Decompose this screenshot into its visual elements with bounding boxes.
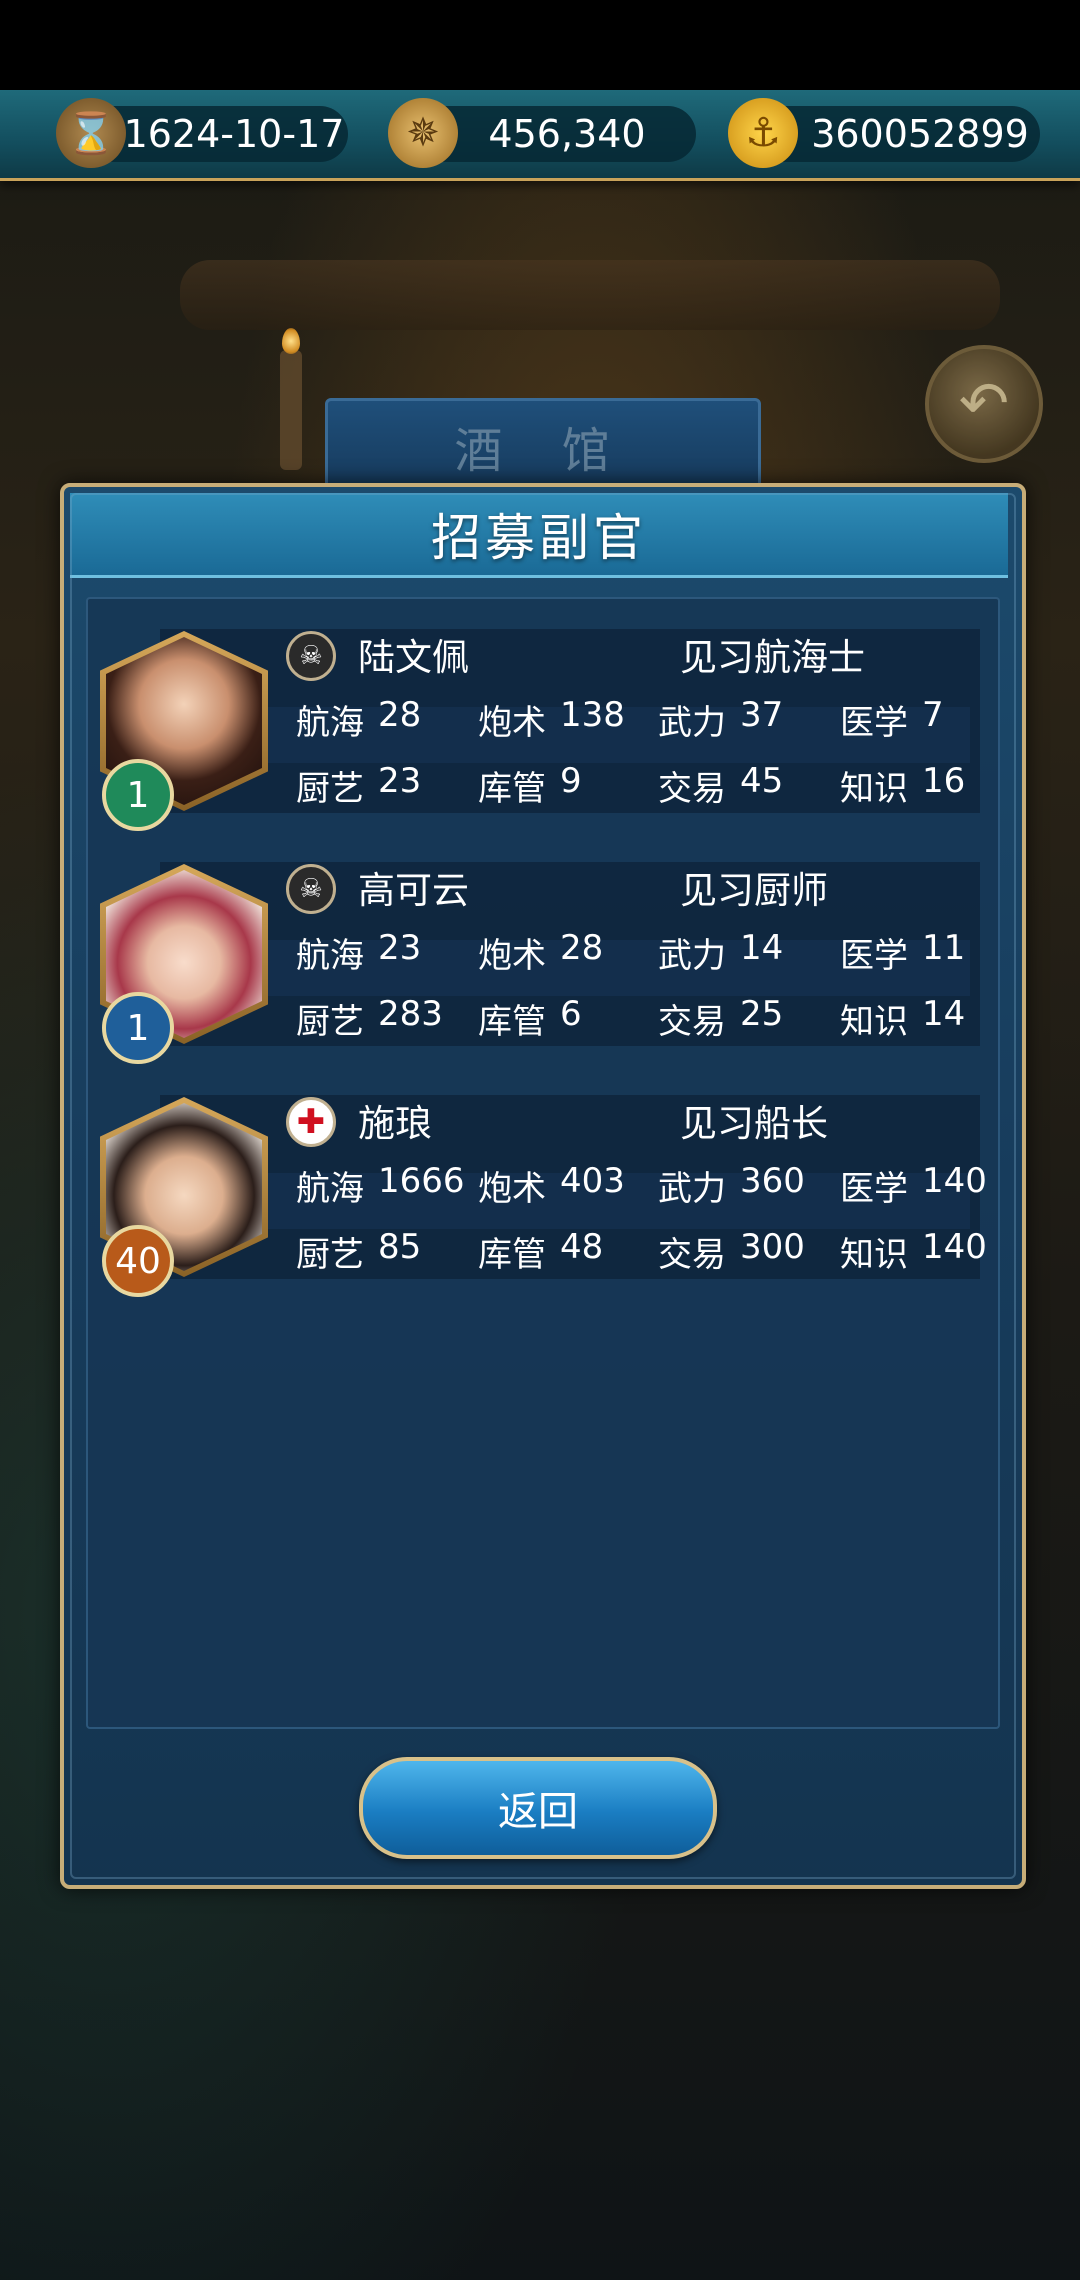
- level-badge: 40: [102, 1225, 174, 1297]
- stat-value: 140: [922, 1161, 987, 1201]
- stat-label: 炮术: [478, 703, 546, 743]
- stat-label: 医学: [840, 936, 908, 976]
- stat-value: 85: [378, 1227, 422, 1267]
- stat-value: 37: [740, 695, 784, 735]
- officer-role: 见习厨师: [680, 869, 828, 912]
- stat-value: 28: [378, 695, 422, 735]
- compass-icon: ✵: [388, 98, 458, 168]
- officer-role: 见习船长: [680, 1102, 828, 1145]
- stat-label: 航海: [296, 703, 364, 743]
- stat-label: 武力: [658, 703, 726, 743]
- stat-value: 6: [560, 994, 582, 1034]
- stat-value: 140: [922, 1227, 987, 1267]
- stat-label: 知识: [840, 1235, 908, 1275]
- stat-label: 交易: [658, 1235, 726, 1275]
- hourglass-icon: ⌛: [56, 98, 126, 168]
- level-badge: 1: [102, 759, 174, 831]
- stat-value: 403: [560, 1161, 625, 1201]
- stat-value: 45: [740, 761, 784, 801]
- england-flag-icon: ✚: [286, 1097, 336, 1147]
- stat-label: 医学: [840, 1169, 908, 1209]
- stat-value: 25: [740, 994, 784, 1034]
- stat-label: 航海: [296, 1169, 364, 1209]
- stat-label: 库管: [478, 769, 546, 809]
- officer-name: 高可云: [358, 869, 469, 912]
- stat-value: 23: [378, 761, 422, 801]
- anchor-coin-icon: ⚓: [728, 98, 798, 168]
- date-display: ⌛ 1624-10-17: [56, 98, 348, 168]
- officer-name: 施琅: [358, 1102, 432, 1145]
- candle-flame: [282, 328, 300, 354]
- tavern-label: 酒 馆: [454, 423, 632, 479]
- stat-label: 交易: [658, 769, 726, 809]
- back-button[interactable]: 返回: [359, 1757, 717, 1859]
- officer-card[interactable]: 1 ☠ 高可云 见习厨师 航海 23 炮术 28 武力 14 医学 11 厨艺 …: [100, 842, 986, 1064]
- stat-value: 300: [740, 1227, 805, 1267]
- tavern-banner: 酒 馆: [325, 398, 761, 494]
- level-badge: 1: [102, 992, 174, 1064]
- stat-value: 9: [560, 761, 582, 801]
- pirate-flag-icon: ☠: [286, 864, 336, 914]
- stat-label: 航海: [296, 936, 364, 976]
- stat-value: 7: [922, 695, 944, 735]
- return-arrow-button[interactable]: ↶: [925, 345, 1043, 463]
- stat-label: 武力: [658, 936, 726, 976]
- officer-name: 陆文佩: [358, 636, 469, 679]
- stat-label: 交易: [658, 1002, 726, 1042]
- dialog-header: 招募副官: [70, 493, 1008, 578]
- stat-label: 厨艺: [296, 1235, 364, 1275]
- stat-value: 283: [378, 994, 443, 1034]
- stat-label: 知识: [840, 1002, 908, 1042]
- dialog-title: 招募副官: [431, 509, 647, 567]
- resource-bar: ⌛ 1624-10-17 ✵ 456,340 ⚓ 360052899: [0, 90, 1080, 181]
- stat-value: 23: [378, 928, 422, 968]
- recruit-dialog: 招募副官 1 ☠ 陆文佩 见习航海士 航海 28 炮术 138 武力 37 医学…: [60, 483, 1026, 1889]
- pirate-flag-icon: ☠: [286, 631, 336, 681]
- officer-list: 1 ☠ 陆文佩 见习航海士 航海 28 炮术 138 武力 37 医学 7 厨艺…: [86, 597, 1000, 1729]
- stat-label: 库管: [478, 1235, 546, 1275]
- stat-value: 48: [560, 1227, 604, 1267]
- stat-label: 厨艺: [296, 769, 364, 809]
- stat-label: 知识: [840, 769, 908, 809]
- stat-label: 库管: [478, 1002, 546, 1042]
- stat-label: 炮术: [478, 1169, 546, 1209]
- officer-role: 见习航海士: [680, 636, 865, 679]
- stat-value: 138: [560, 695, 625, 735]
- return-arrow-icon: ↶: [958, 369, 1010, 439]
- stat-value: 11: [922, 928, 966, 968]
- stat-value: 360: [740, 1161, 805, 1201]
- officer-card[interactable]: 1 ☠ 陆文佩 见习航海士 航海 28 炮术 138 武力 37 医学 7 厨艺…: [100, 609, 986, 831]
- stat-label: 炮术: [478, 936, 546, 976]
- stat-value: 14: [922, 994, 966, 1034]
- stat-label: 厨艺: [296, 1002, 364, 1042]
- officer-card[interactable]: 40 ✚ 施琅 见习船长 航海 1666 炮术 403 武力 360 医学 14…: [100, 1075, 987, 1297]
- reputation-value: 456,340: [488, 112, 646, 156]
- stat-value: 28: [560, 928, 604, 968]
- stat-value: 14: [740, 928, 784, 968]
- stat-value: 1666: [378, 1161, 465, 1201]
- stat-value: 16: [922, 761, 966, 801]
- ceiling-beam: [180, 260, 1000, 330]
- gold-display: ⚓ 360052899: [728, 98, 1040, 168]
- reputation-display: ✵ 456,340: [388, 98, 696, 168]
- candle: [280, 350, 302, 470]
- stat-label: 医学: [840, 703, 908, 743]
- stat-label: 武力: [658, 1169, 726, 1209]
